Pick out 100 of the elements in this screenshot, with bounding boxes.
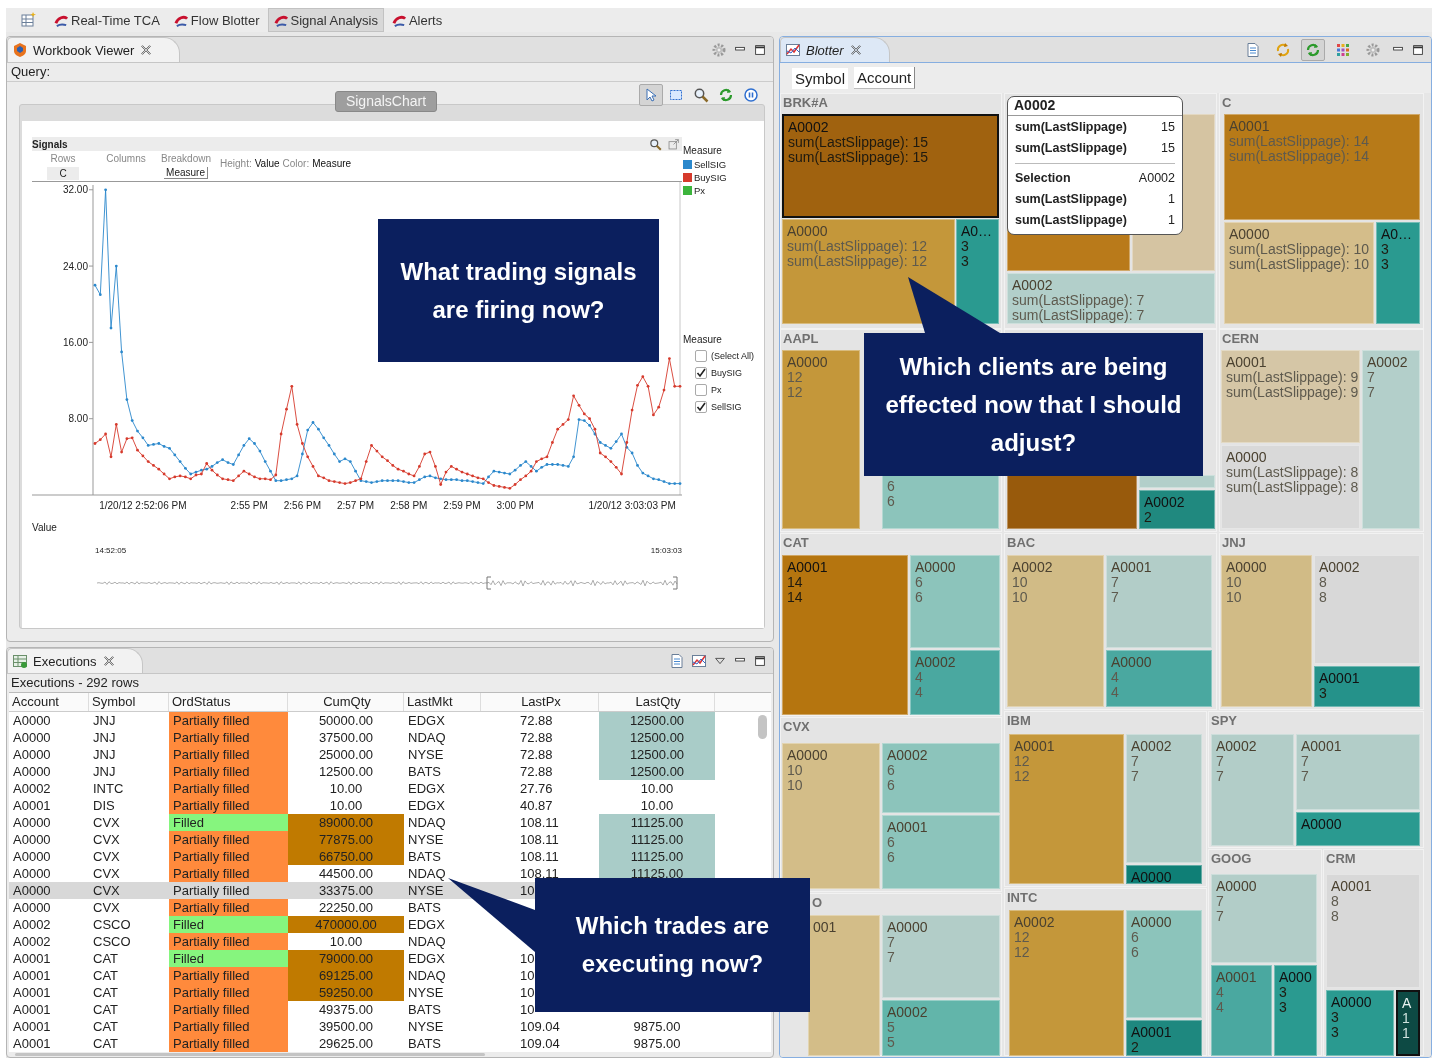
tile-value: sum(LastSlippage): 9 (1226, 385, 1359, 400)
table-row[interactable]: A0001 CAT Partially filled 29625.00 BATS 109.04 9875.00 (9, 1035, 771, 1052)
treemap-tile[interactable]: A0002 4 4 (910, 650, 1000, 715)
table-cell: 69125.00 (288, 967, 404, 984)
hierarchy-level[interactable]: Symbol (792, 67, 849, 89)
treemap-tile[interactable]: A0002 12 12 (1009, 910, 1124, 1056)
treemap-tile[interactable]: A0000 7 7 (1211, 874, 1317, 963)
treemap-tile[interactable]: A0002 6 6 (882, 743, 1000, 813)
perspective-tab[interactable]: Signal Analysis (267, 8, 384, 32)
treemap-tile[interactable]: A0000 6 6 (1126, 910, 1202, 1018)
table-row[interactable]: A0000 CVX Partially filled 22250.00 BATS (9, 899, 771, 916)
treemap-tile[interactable]: A0000 10 10 (1221, 555, 1312, 707)
table-cell-text: A0000 (12, 814, 52, 831)
treemap-tile[interactable]: A0002 7 7 (1211, 734, 1294, 846)
tick-label: 1/20/12 2:52:06 PM (99, 500, 187, 511)
treemap-tile[interactable]: 6 6 (882, 475, 999, 529)
treemap-tile[interactable]: A0000 (1126, 865, 1202, 884)
table-cell-text: Partially filled (172, 882, 251, 899)
treemap-tile[interactable]: A0001 7 7 (1106, 555, 1212, 648)
treemap-tile[interactable]: A0001 12 12 (1009, 734, 1124, 884)
table-cell: 11125.00 (599, 848, 715, 865)
group-label: CAT (783, 535, 809, 550)
table-row[interactable]: A0000 CVX Filled 89000.00 NDAQ 108.11 11125.00 (9, 814, 771, 831)
table-row[interactable]: A0001 CAT Partially filled 49375.00 BATS 10 (9, 1001, 771, 1018)
treemap-tile[interactable]: A0… 3 3 (956, 219, 999, 324)
treemap-tile[interactable]: A0002 sum(LastSlippage): 15 sum(LastSlippage): 15 (782, 114, 999, 218)
column-header[interactable]: Symbol (89, 693, 169, 711)
treemap-tile[interactable]: A 1 1 (1396, 990, 1420, 1056)
table-row[interactable]: A0001 DIS Partially filled 10.00 EDGX 40.87 10.00 (9, 797, 771, 814)
perspective-tab[interactable]: Alerts (385, 8, 449, 32)
tooltip-value: 15 (1161, 140, 1175, 155)
table-cell-text: BATS (407, 1001, 442, 1018)
treemap-tile[interactable]: 001 (808, 915, 880, 1056)
table-cell-text: NYSE (407, 882, 445, 899)
treemap-tile[interactable]: A0001 7 7 (1296, 734, 1420, 810)
treemap-tile[interactable]: A0000 10 10 (782, 743, 880, 889)
tile-value: 12 (1014, 945, 1031, 960)
treemap-tile[interactable]: A0002 sum(LastSlippage): 7 sum(LastSlippage): 7 (1007, 273, 1215, 324)
treemap-tile[interactable]: A0002 7 7 (1126, 734, 1202, 863)
tile-label: A0001 (1226, 354, 1268, 370)
table-cell-text: 25000.00 (317, 746, 375, 763)
treemap-tile[interactable]: A0001 sum(LastSlippage): 9 sum(LastSlippage): 9 (1221, 350, 1360, 443)
treemap-tile[interactable]: A0000 (1296, 812, 1420, 846)
treemap-tile[interactable]: A0002 10 10 (1007, 555, 1104, 707)
column-header[interactable]: OrdStatus (169, 693, 288, 711)
tile-value: sum(LastSlippage): 15 (788, 135, 930, 150)
view-tab[interactable]: Executions (7, 648, 143, 673)
table-row[interactable]: A0001 CAT Partially filled 59250.00 NYSE 10 (9, 984, 771, 1001)
hierarchy-level[interactable]: Account (854, 67, 916, 89)
tile-value: 10 (1012, 575, 1029, 590)
view-tab[interactable]: Workbook Viewer (7, 37, 181, 62)
treemap-tile[interactable]: A0000 7 7 (882, 915, 1000, 998)
table-cell: 12500.00 (599, 729, 715, 746)
treemap-tile[interactable]: A0001 4 4 (1211, 965, 1272, 1056)
table-row[interactable]: A0000 JNJ Partially filled 50000.00 EDGX 72.88 12500.00 (9, 712, 771, 729)
table-row[interactable]: A0000 JNJ Partially filled 12500.00 BATS 72.88 12500.00 (9, 763, 771, 780)
treemap-tile[interactable]: A0001 2 (1126, 1020, 1202, 1056)
tile-value: 12 (787, 370, 804, 385)
column-header[interactable]: Account (9, 693, 89, 711)
table-cell-text: A0000 (12, 763, 52, 780)
group-label: BAC (1007, 535, 1036, 550)
treemap-tile[interactable]: A0000 sum(LastSlippage): 12 sum(LastSlippage): 12 (782, 219, 955, 324)
shelf-chip[interactable]: Measure (164, 167, 208, 179)
column-header[interactable]: LastMkt (404, 693, 481, 711)
treemap-tile[interactable]: A0000 sum(LastSlippage): 8 sum(LastSlippage): 8 (1221, 445, 1360, 529)
table-row[interactable]: A0002 CSCO Partially filled 10.00 NDAQ (9, 933, 771, 950)
encoding-value[interactable]: Value (254, 158, 280, 181)
table-row[interactable]: A0001 CAT Partially filled 39500.00 NYSE 109.04 9875.00 (9, 1018, 771, 1035)
treemap-tile[interactable]: A0001 8 8 (1326, 874, 1420, 988)
treemap-tile[interactable]: A0000 sum(LastSlippage): 10 sum(LastSlippage): 10 (1224, 222, 1374, 324)
treemap-tile[interactable]: A0000 6 6 (910, 555, 1000, 648)
table-cell-text: 29625.00 (317, 1035, 375, 1052)
treemap-tile[interactable]: A0001 14 14 (782, 555, 908, 715)
treemap-tile[interactable]: A000 3 3 (1274, 965, 1317, 1056)
treemap-tile[interactable]: A0002 7 7 (1362, 350, 1420, 529)
treemap-tile[interactable]: A0… 3 3 (1376, 222, 1420, 324)
perspective-tab[interactable]: Real-Time TCA (48, 8, 166, 32)
perspective-tab[interactable]: Flow Blotter (167, 8, 266, 32)
table-cell: Partially filled (169, 865, 288, 882)
column-header[interactable]: CumQty (288, 693, 404, 711)
treemap-tile[interactable]: A0002 5 5 (882, 1000, 1000, 1056)
table-row[interactable]: A0000 JNJ Partially filled 25000.00 NYSE 72.88 12500.00 (9, 746, 771, 763)
encoding-value[interactable]: Measure (312, 158, 352, 181)
table-row[interactable]: A0000 CVX Partially filled 66750.00 BATS 108.11 11125.00 (9, 848, 771, 865)
table-row[interactable]: A0000 CVX Partially filled 77875.00 NYSE 108.11 11125.00 (9, 831, 771, 848)
treemap-tile[interactable]: A0000 3 3 (1326, 990, 1394, 1056)
table-cell-text: JNJ (92, 712, 117, 729)
shelf-value[interactable]: C (47, 167, 79, 180)
treemap-tile[interactable]: A0002 8 8 (1314, 555, 1420, 664)
column-header[interactable]: LastPx (481, 693, 599, 711)
view-tab[interactable]: Blotter (780, 37, 890, 62)
treemap-tile[interactable]: A0001 3 (1314, 666, 1420, 707)
column-header[interactable]: LastQty (599, 693, 715, 711)
treemap-tile[interactable]: A0000 4 4 (1106, 650, 1212, 707)
treemap-tile[interactable]: A0001 6 6 (882, 815, 1000, 889)
table-row[interactable]: A0002 INTC Partially filled 10.00 EDGX 27.76 10.00 (9, 780, 771, 797)
table-row[interactable]: A0000 JNJ Partially filled 37500.00 NDAQ 72.88 12500.00 (9, 729, 771, 746)
treemap-tile[interactable]: A0000 12 12 (782, 350, 860, 529)
tile-value: 4 (1111, 670, 1120, 685)
treemap-tile[interactable]: A0002 2 (1139, 490, 1215, 529)
